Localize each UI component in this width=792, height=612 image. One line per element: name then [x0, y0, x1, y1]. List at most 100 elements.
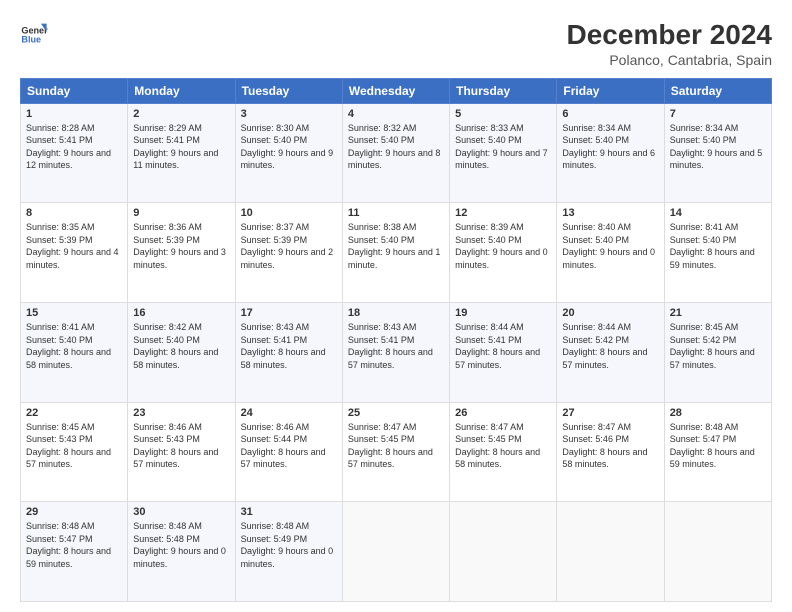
day-info: Sunrise: 8:40 AM Sunset: 5:40 PM Dayligh… [562, 221, 658, 271]
day-cell: 2 Sunrise: 8:29 AM Sunset: 5:41 PM Dayli… [128, 103, 235, 203]
day-number: 8 [26, 207, 122, 219]
col-tuesday: Tuesday [235, 78, 342, 103]
day-number: 30 [133, 506, 229, 518]
day-cell: 28 Sunrise: 8:48 AM Sunset: 5:47 PM Dayl… [664, 402, 771, 502]
day-info: Sunrise: 8:43 AM Sunset: 5:41 PM Dayligh… [241, 321, 337, 371]
day-info: Sunrise: 8:46 AM Sunset: 5:43 PM Dayligh… [133, 421, 229, 471]
day-cell: 30 Sunrise: 8:48 AM Sunset: 5:48 PM Dayl… [128, 502, 235, 602]
day-number: 9 [133, 207, 229, 219]
col-saturday: Saturday [664, 78, 771, 103]
calendar-table: Sunday Monday Tuesday Wednesday Thursday… [20, 78, 772, 602]
day-number: 10 [241, 207, 337, 219]
col-thursday: Thursday [450, 78, 557, 103]
day-cell: 29 Sunrise: 8:48 AM Sunset: 5:47 PM Dayl… [21, 502, 128, 602]
day-cell: 5 Sunrise: 8:33 AM Sunset: 5:40 PM Dayli… [450, 103, 557, 203]
day-cell: 4 Sunrise: 8:32 AM Sunset: 5:40 PM Dayli… [342, 103, 449, 203]
day-number: 25 [348, 407, 444, 419]
day-info: Sunrise: 8:48 AM Sunset: 5:47 PM Dayligh… [26, 520, 122, 570]
day-number: 29 [26, 506, 122, 518]
day-number: 28 [670, 407, 766, 419]
day-number: 12 [455, 207, 551, 219]
day-info: Sunrise: 8:44 AM Sunset: 5:42 PM Dayligh… [562, 321, 658, 371]
day-number: 15 [26, 307, 122, 319]
day-cell: 25 Sunrise: 8:47 AM Sunset: 5:45 PM Dayl… [342, 402, 449, 502]
day-cell: 16 Sunrise: 8:42 AM Sunset: 5:40 PM Dayl… [128, 302, 235, 402]
day-cell: 13 Sunrise: 8:40 AM Sunset: 5:40 PM Dayl… [557, 203, 664, 303]
day-cell: 14 Sunrise: 8:41 AM Sunset: 5:40 PM Dayl… [664, 203, 771, 303]
day-info: Sunrise: 8:38 AM Sunset: 5:40 PM Dayligh… [348, 221, 444, 271]
day-cell: 26 Sunrise: 8:47 AM Sunset: 5:45 PM Dayl… [450, 402, 557, 502]
week-row-2: 8 Sunrise: 8:35 AM Sunset: 5:39 PM Dayli… [21, 203, 772, 303]
week-row-1: 1 Sunrise: 8:28 AM Sunset: 5:41 PM Dayli… [21, 103, 772, 203]
day-number: 26 [455, 407, 551, 419]
day-cell: 21 Sunrise: 8:45 AM Sunset: 5:42 PM Dayl… [664, 302, 771, 402]
day-number: 18 [348, 307, 444, 319]
day-number: 13 [562, 207, 658, 219]
day-info: Sunrise: 8:39 AM Sunset: 5:40 PM Dayligh… [455, 221, 551, 271]
subtitle: Polanco, Cantabria, Spain [567, 52, 772, 68]
day-info: Sunrise: 8:44 AM Sunset: 5:41 PM Dayligh… [455, 321, 551, 371]
day-number: 19 [455, 307, 551, 319]
day-number: 24 [241, 407, 337, 419]
day-info: Sunrise: 8:48 AM Sunset: 5:49 PM Dayligh… [241, 520, 337, 570]
day-info: Sunrise: 8:41 AM Sunset: 5:40 PM Dayligh… [26, 321, 122, 371]
header-row: Sunday Monday Tuesday Wednesday Thursday… [21, 78, 772, 103]
day-info: Sunrise: 8:35 AM Sunset: 5:39 PM Dayligh… [26, 221, 122, 271]
svg-text:Blue: Blue [21, 35, 41, 45]
week-row-5: 29 Sunrise: 8:48 AM Sunset: 5:47 PM Dayl… [21, 502, 772, 602]
col-sunday: Sunday [21, 78, 128, 103]
day-cell: 18 Sunrise: 8:43 AM Sunset: 5:41 PM Dayl… [342, 302, 449, 402]
day-number: 14 [670, 207, 766, 219]
col-monday: Monday [128, 78, 235, 103]
day-cell: 15 Sunrise: 8:41 AM Sunset: 5:40 PM Dayl… [21, 302, 128, 402]
day-number: 4 [348, 108, 444, 120]
day-cell: 1 Sunrise: 8:28 AM Sunset: 5:41 PM Dayli… [21, 103, 128, 203]
day-cell [342, 502, 449, 602]
day-info: Sunrise: 8:48 AM Sunset: 5:48 PM Dayligh… [133, 520, 229, 570]
day-cell: 3 Sunrise: 8:30 AM Sunset: 5:40 PM Dayli… [235, 103, 342, 203]
day-info: Sunrise: 8:32 AM Sunset: 5:40 PM Dayligh… [348, 122, 444, 172]
day-number: 16 [133, 307, 229, 319]
week-row-3: 15 Sunrise: 8:41 AM Sunset: 5:40 PM Dayl… [21, 302, 772, 402]
day-info: Sunrise: 8:43 AM Sunset: 5:41 PM Dayligh… [348, 321, 444, 371]
day-info: Sunrise: 8:46 AM Sunset: 5:44 PM Dayligh… [241, 421, 337, 471]
day-number: 5 [455, 108, 551, 120]
day-number: 6 [562, 108, 658, 120]
day-info: Sunrise: 8:29 AM Sunset: 5:41 PM Dayligh… [133, 122, 229, 172]
logo: General Blue [20, 18, 48, 46]
day-info: Sunrise: 8:42 AM Sunset: 5:40 PM Dayligh… [133, 321, 229, 371]
day-cell [450, 502, 557, 602]
day-number: 22 [26, 407, 122, 419]
day-number: 2 [133, 108, 229, 120]
day-cell: 9 Sunrise: 8:36 AM Sunset: 5:39 PM Dayli… [128, 203, 235, 303]
day-info: Sunrise: 8:45 AM Sunset: 5:42 PM Dayligh… [670, 321, 766, 371]
week-row-4: 22 Sunrise: 8:45 AM Sunset: 5:43 PM Dayl… [21, 402, 772, 502]
day-info: Sunrise: 8:28 AM Sunset: 5:41 PM Dayligh… [26, 122, 122, 172]
day-number: 17 [241, 307, 337, 319]
day-info: Sunrise: 8:33 AM Sunset: 5:40 PM Dayligh… [455, 122, 551, 172]
header: General Blue December 2024 Polanco, Cant… [20, 18, 772, 68]
day-cell: 7 Sunrise: 8:34 AM Sunset: 5:40 PM Dayli… [664, 103, 771, 203]
day-number: 11 [348, 207, 444, 219]
day-number: 3 [241, 108, 337, 120]
day-number: 20 [562, 307, 658, 319]
day-cell: 17 Sunrise: 8:43 AM Sunset: 5:41 PM Dayl… [235, 302, 342, 402]
day-cell: 8 Sunrise: 8:35 AM Sunset: 5:39 PM Dayli… [21, 203, 128, 303]
day-cell: 20 Sunrise: 8:44 AM Sunset: 5:42 PM Dayl… [557, 302, 664, 402]
day-number: 7 [670, 108, 766, 120]
day-number: 1 [26, 108, 122, 120]
day-number: 23 [133, 407, 229, 419]
day-cell: 12 Sunrise: 8:39 AM Sunset: 5:40 PM Dayl… [450, 203, 557, 303]
day-info: Sunrise: 8:36 AM Sunset: 5:39 PM Dayligh… [133, 221, 229, 271]
day-cell: 6 Sunrise: 8:34 AM Sunset: 5:40 PM Dayli… [557, 103, 664, 203]
day-cell: 24 Sunrise: 8:46 AM Sunset: 5:44 PM Dayl… [235, 402, 342, 502]
day-number: 27 [562, 407, 658, 419]
day-info: Sunrise: 8:34 AM Sunset: 5:40 PM Dayligh… [670, 122, 766, 172]
day-cell [664, 502, 771, 602]
day-info: Sunrise: 8:47 AM Sunset: 5:45 PM Dayligh… [348, 421, 444, 471]
col-wednesday: Wednesday [342, 78, 449, 103]
day-info: Sunrise: 8:47 AM Sunset: 5:46 PM Dayligh… [562, 421, 658, 471]
day-info: Sunrise: 8:45 AM Sunset: 5:43 PM Dayligh… [26, 421, 122, 471]
day-cell: 19 Sunrise: 8:44 AM Sunset: 5:41 PM Dayl… [450, 302, 557, 402]
day-info: Sunrise: 8:37 AM Sunset: 5:39 PM Dayligh… [241, 221, 337, 271]
